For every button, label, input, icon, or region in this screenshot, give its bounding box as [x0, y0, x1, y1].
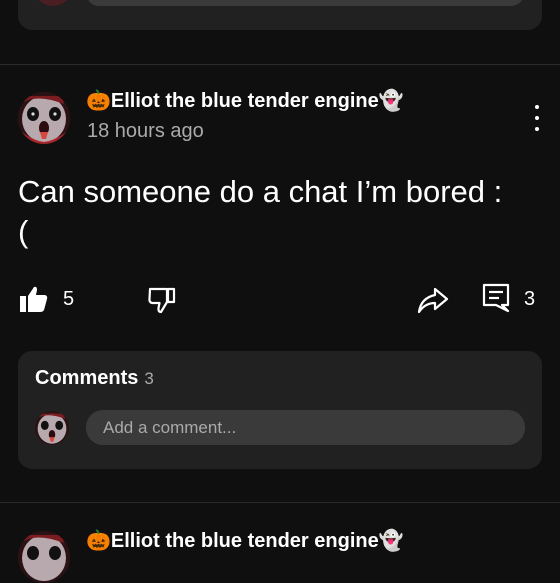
like-button[interactable] — [19, 284, 49, 314]
comments-button[interactable] — [482, 283, 510, 313]
author-avatar[interactable] — [18, 92, 70, 144]
post-divider — [0, 502, 560, 503]
ghost-icon: 👻 — [378, 90, 404, 112]
more-vertical-icon — [535, 105, 539, 109]
ghost-icon: 👻 — [378, 530, 404, 552]
pumpkin-icon: 🎃 — [86, 90, 111, 112]
post-divider — [0, 64, 560, 65]
author-name: Elliot the blue tender engine — [110, 529, 379, 552]
post-text: Can someone do a chat I’m bored : ( — [18, 174, 503, 249]
next-post-author[interactable]: 🎃 Elliot the blue tender engine 👻 — [86, 528, 404, 554]
comments-button-count: 3 — [524, 288, 536, 310]
comment-icon — [482, 283, 510, 313]
next-post-author-avatar[interactable] — [18, 531, 70, 583]
avatar-face-icon — [18, 92, 70, 144]
more-options-button[interactable] — [527, 103, 547, 133]
comments-header[interactable]: Comments 3 — [35, 367, 154, 390]
comments-title: Comments — [35, 367, 139, 389]
thumbs-up-icon — [20, 286, 48, 312]
post-author[interactable]: 🎃 Elliot the blue tender engine 👻 — [86, 88, 404, 114]
share-button[interactable] — [417, 285, 449, 315]
current-user-avatar — [35, 411, 69, 445]
thumbs-down-icon — [148, 287, 176, 314]
like-count: 5 — [63, 288, 75, 310]
author-name: Elliot the blue tender engine — [110, 89, 379, 112]
comments-count: 3 — [144, 369, 154, 388]
avatar-face-icon — [35, 411, 69, 445]
post-timestamp: 18 hours ago — [87, 120, 204, 142]
add-comment-input[interactable] — [86, 410, 525, 445]
pumpkin-icon: 🎃 — [86, 530, 111, 552]
share-icon — [417, 287, 449, 314]
previous-comment-input[interactable] — [86, 0, 524, 6]
avatar-face-icon — [18, 531, 70, 583]
dislike-button[interactable] — [147, 285, 177, 315]
